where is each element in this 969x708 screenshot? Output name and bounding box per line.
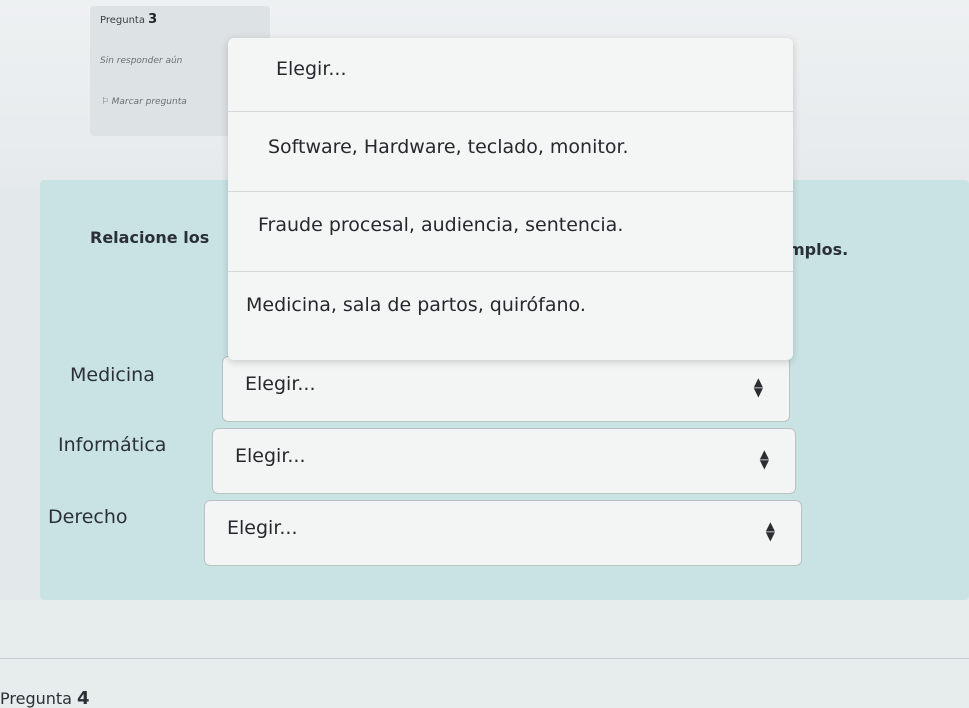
question-status: Sin responder aún xyxy=(100,56,183,66)
match-label-informatica: Informática xyxy=(58,434,167,456)
flag-label: Marcar pregunta xyxy=(111,97,187,107)
select-arrows-icon: ▲ ▼ xyxy=(753,375,763,399)
question-number-value: 3 xyxy=(148,12,158,27)
select-value: Elegir... xyxy=(227,517,298,539)
match-select-medicina[interactable]: Elegir... ▲ ▼ xyxy=(222,356,790,422)
select-arrows-icon: ▲ ▼ xyxy=(765,519,775,543)
select-value: Elegir... xyxy=(245,373,316,395)
dropdown-options-list: Elegir... Software, Hardware, teclado, m… xyxy=(228,38,793,360)
question-prompt: Relacione los xyxy=(90,228,210,247)
flag-question-link[interactable]: ⚐ Marcar pregunta xyxy=(102,97,187,107)
question-divider xyxy=(0,658,969,659)
dropdown-option[interactable]: Medicina, sala de partos, quirófano. xyxy=(228,272,793,360)
flag-icon: ⚐ xyxy=(102,97,112,107)
select-arrows-icon: ▲ ▼ xyxy=(759,447,769,471)
next-question-heading: Pregunta 4 xyxy=(0,688,90,708)
bottom-area xyxy=(0,600,969,708)
select-value: Elegir... xyxy=(235,445,306,467)
match-select-informatica[interactable]: Elegir... ▲ ▼ xyxy=(212,428,796,494)
match-label-medicina: Medicina xyxy=(70,364,155,386)
question-label: Pregunta xyxy=(100,15,145,26)
match-label-derecho: Derecho xyxy=(48,506,128,528)
next-question-number: 4 xyxy=(77,688,90,708)
question-number: Pregunta 3 xyxy=(100,12,157,27)
next-question-label: Pregunta xyxy=(0,689,72,708)
dropdown-option[interactable]: Software, Hardware, teclado, monitor. xyxy=(228,112,793,192)
question-prompt-end: mplos. xyxy=(788,240,849,259)
dropdown-option[interactable]: Fraude procesal, audiencia, sentencia. xyxy=(228,192,793,272)
dropdown-option[interactable]: Elegir... xyxy=(228,38,793,112)
match-select-derecho[interactable]: Elegir... ▲ ▼ xyxy=(204,500,802,566)
